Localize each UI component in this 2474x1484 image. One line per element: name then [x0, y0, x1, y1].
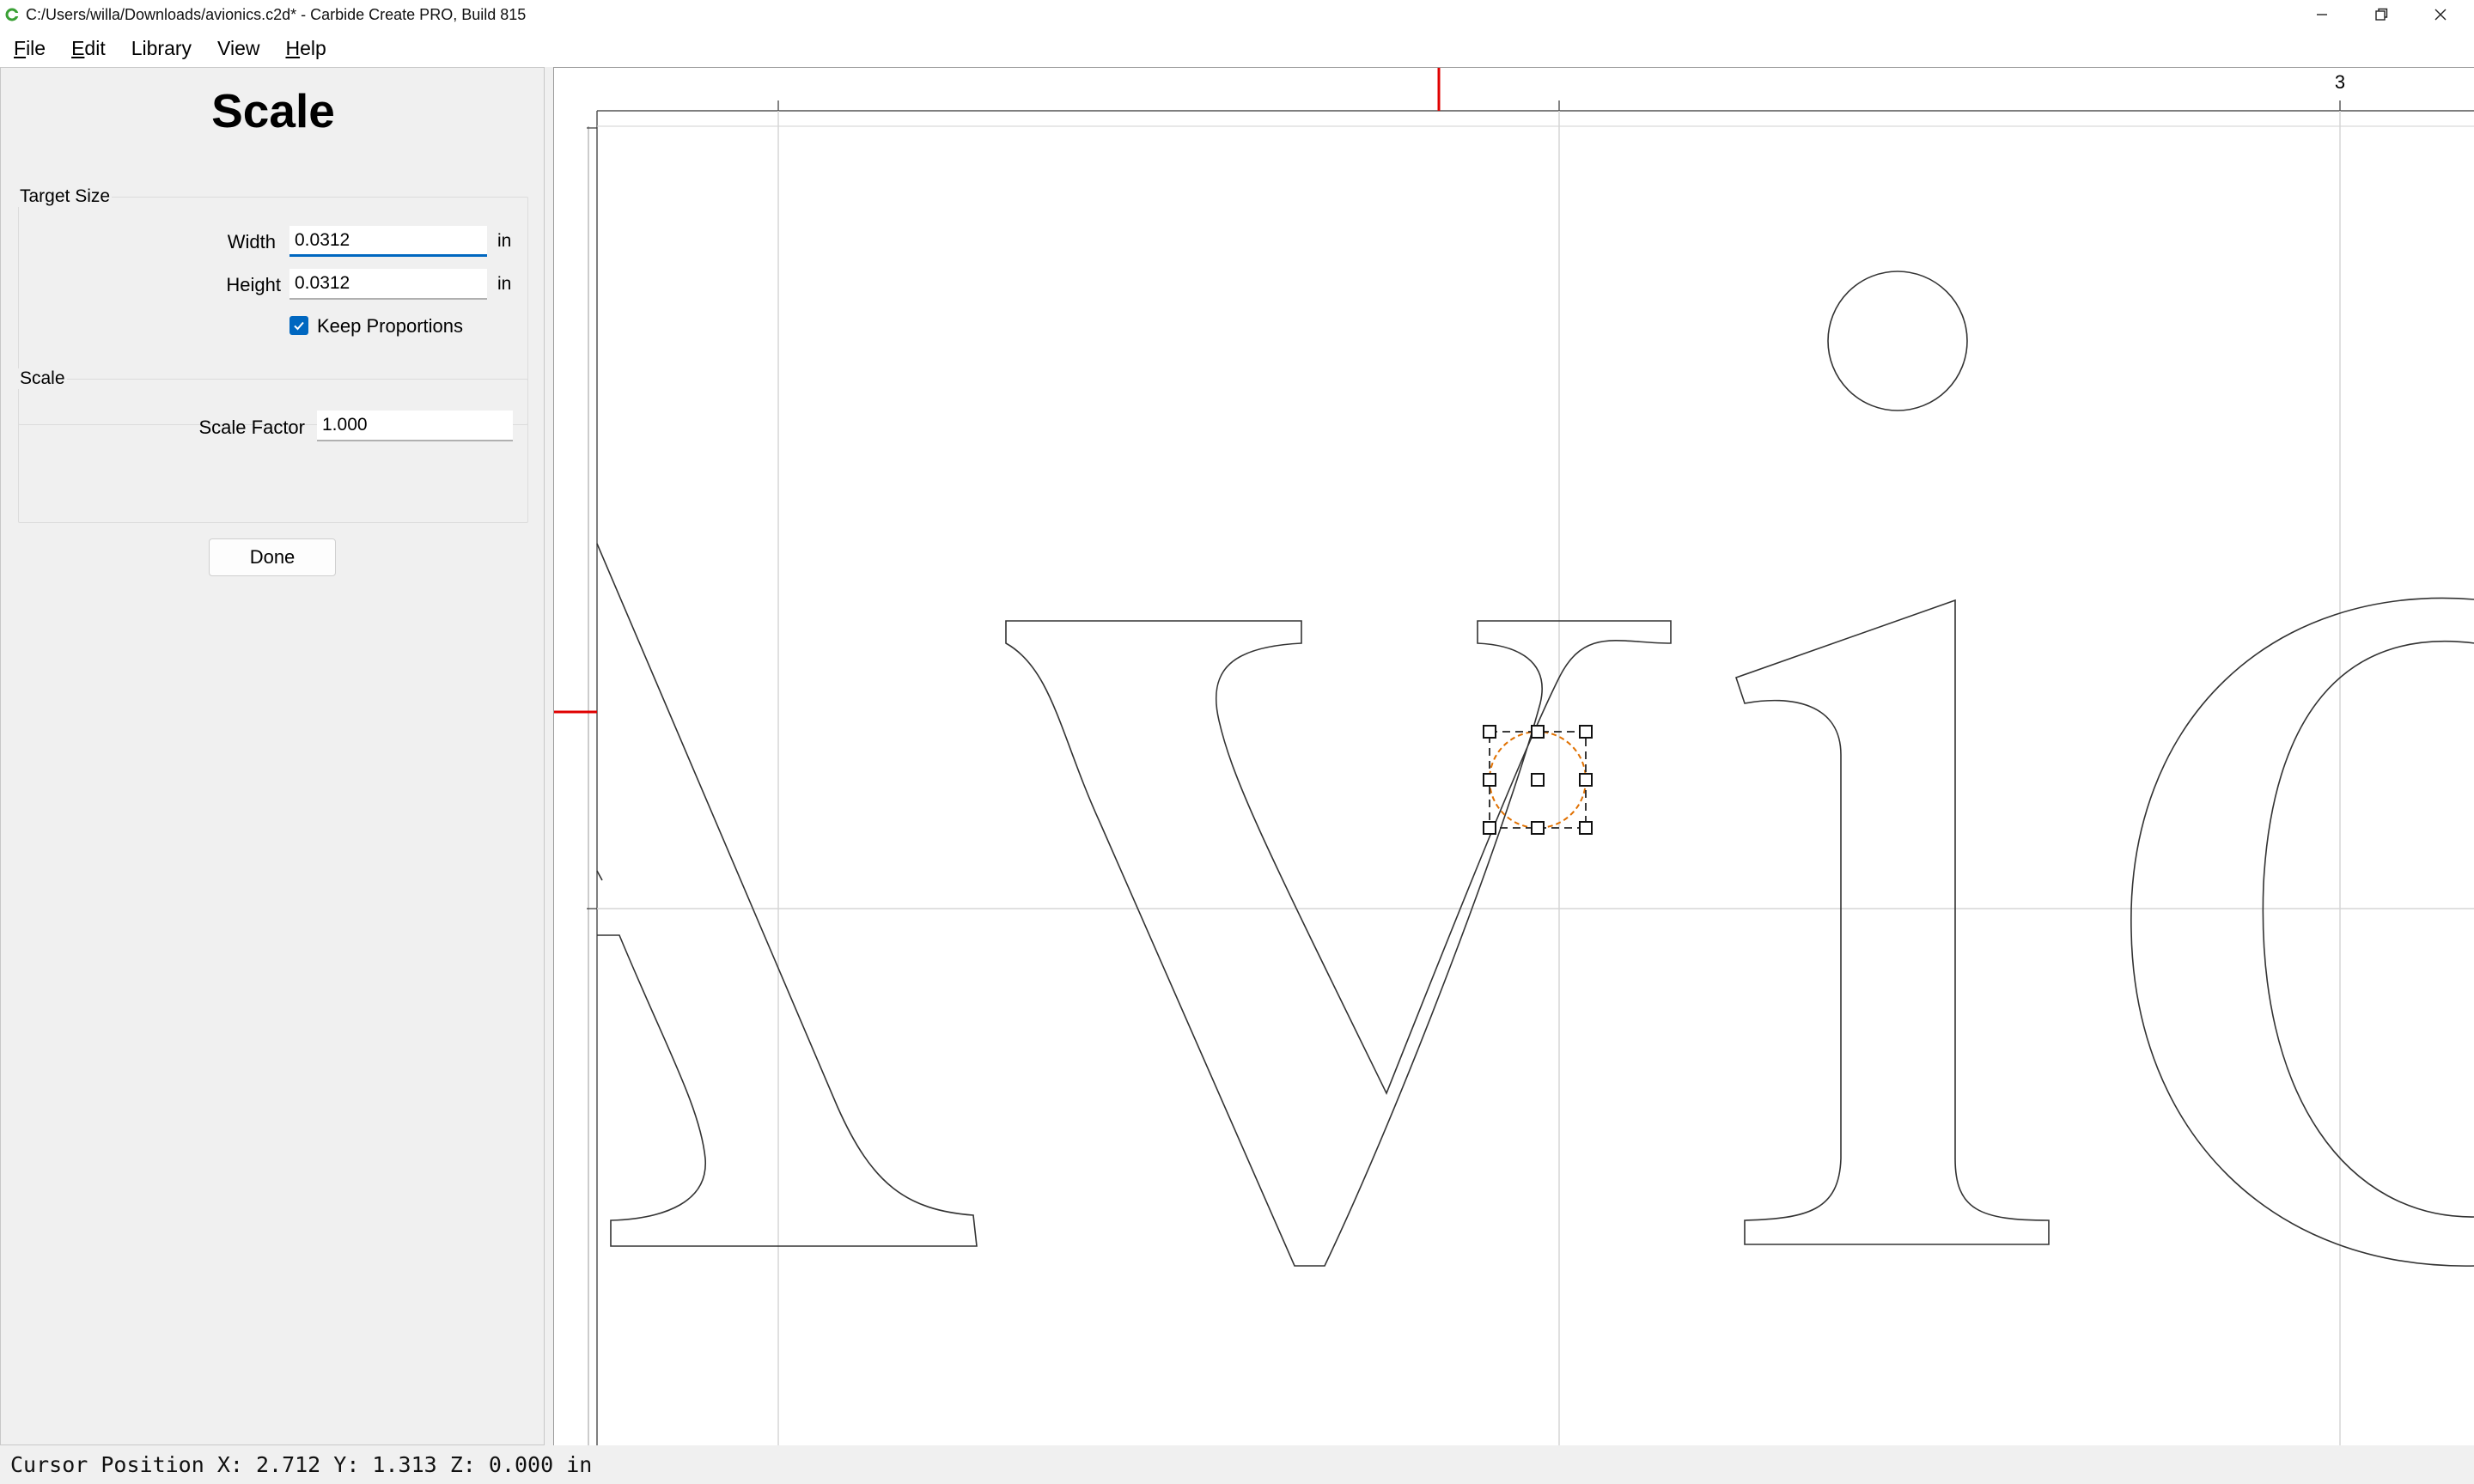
- letter-o-outer: [2130, 597, 2474, 1267]
- letter-i-dot: [1827, 271, 1968, 411]
- window-title: C:/Users/willa/Downloads/avionics.c2d* -…: [26, 5, 527, 23]
- carbide-create-logo-icon: [5, 8, 19, 21]
- scale-panel: Scale Target Size Width in Height in Kee…: [0, 67, 545, 1445]
- done-button[interactable]: Done: [209, 538, 336, 576]
- scale-factor-input[interactable]: [317, 411, 513, 441]
- design-canvas[interactable]: 3: [553, 67, 2474, 1446]
- scale-group: [18, 379, 528, 523]
- height-label: Height: [226, 274, 281, 295]
- menu-help[interactable]: Help: [271, 37, 338, 60]
- selection[interactable]: [1483, 725, 1593, 835]
- minimize-button[interactable]: [2292, 0, 2352, 29]
- keep-proportions-checkbox[interactable]: [289, 316, 308, 335]
- letter-i-stem: [1734, 599, 2050, 1245]
- close-button[interactable]: [2410, 0, 2471, 29]
- restore-button[interactable]: [2351, 0, 2411, 29]
- menu-file[interactable]: File: [0, 37, 58, 60]
- target-size-label: Target Size: [18, 186, 113, 207]
- width-label: Width: [227, 231, 276, 252]
- top-ruler: [554, 68, 2474, 111]
- scale-factor-label: Scale Factor: [198, 417, 306, 438]
- status-bar: Cursor Position X: 2.712 Y: 1.313 Z: 0.0…: [0, 1445, 2474, 1484]
- close-icon: [2434, 9, 2447, 21]
- menu-view[interactable]: View: [204, 37, 271, 60]
- title-bar: C:/Users/willa/Downloads/avionics.c2d* -…: [0, 0, 2474, 29]
- width-unit: in: [497, 231, 512, 251]
- height-input[interactable]: [289, 269, 487, 300]
- scale-group-label: Scale: [18, 368, 67, 389]
- letter-v-outline: [1005, 620, 1672, 1267]
- panel-title: Scale: [211, 84, 335, 137]
- letter-o-inner: [2262, 640, 2474, 1218]
- ruler-label: 3: [2335, 71, 2345, 93]
- keep-proportions-label: Keep Proportions: [317, 315, 463, 337]
- height-unit: in: [497, 274, 512, 294]
- canvas-drawing[interactable]: 3: [554, 68, 2474, 1446]
- minimize-icon: [2317, 14, 2327, 15]
- menu-edit[interactable]: Edit: [58, 37, 118, 60]
- cursor-position-readout: Cursor Position X: 2.712 Y: 1.313 Z: 0.0…: [10, 1452, 593, 1477]
- selection-handles[interactable]: [1483, 725, 1593, 835]
- menu-library[interactable]: Library: [118, 37, 204, 60]
- restore-icon: [2375, 8, 2388, 21]
- menu-bar: File Edit Library View Help: [0, 29, 2474, 67]
- checkmark-icon: [294, 321, 304, 331]
- letter-a-outline: [596, 543, 978, 1247]
- text-outlines[interactable]: [596, 271, 2474, 1267]
- letter-a-crossbar: [596, 870, 603, 881]
- width-input[interactable]: [289, 226, 487, 257]
